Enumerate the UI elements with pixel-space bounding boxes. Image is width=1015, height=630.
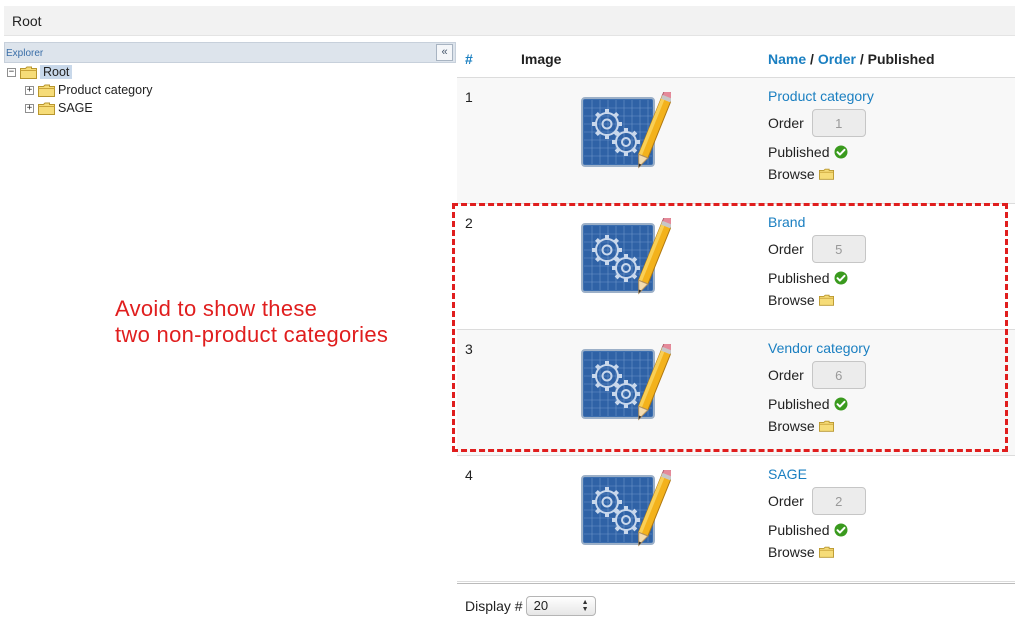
explorer-title: Explorer xyxy=(6,48,44,59)
tree-node-label[interactable]: Product category xyxy=(58,83,153,97)
row-number: 3 xyxy=(465,341,473,357)
browse-folder-icon[interactable] xyxy=(819,546,834,558)
image-column-header: Image xyxy=(521,50,562,67)
sort-by-number-link[interactable]: # xyxy=(465,51,473,67)
category-image-icon[interactable] xyxy=(581,344,671,426)
order-field[interactable]: 2 xyxy=(811,487,866,515)
published-label: Published xyxy=(768,144,830,160)
category-image-icon[interactable] xyxy=(581,218,671,300)
folder-tree: − Root + Product category + SAGE xyxy=(7,63,153,117)
row-number: 2 xyxy=(465,215,473,231)
browse-folder-icon[interactable] xyxy=(819,168,834,180)
explorer-header: Explorer « xyxy=(4,42,456,63)
published-label: Published xyxy=(768,396,830,412)
annotation-line-1: Avoid to show these xyxy=(115,296,318,321)
row-number: 1 xyxy=(465,89,473,105)
browse-label: Browse xyxy=(768,166,815,182)
browse-label: Browse xyxy=(768,544,815,560)
collapse-explorer-button[interactable]: « xyxy=(436,44,453,61)
header-separator: / xyxy=(810,50,814,67)
annotation-line-2: two non-product categories xyxy=(115,322,389,347)
tree-node-sage[interactable]: + SAGE xyxy=(7,99,153,117)
category-name-link[interactable]: SAGE xyxy=(768,467,1015,481)
table-header: # Image Name / Order / Published xyxy=(457,40,1015,78)
published-label: Published xyxy=(768,522,830,538)
expand-node-icon[interactable]: + xyxy=(25,103,34,113)
row-number: 4 xyxy=(465,467,473,483)
tree-node-label[interactable]: SAGE xyxy=(58,101,93,115)
category-image-icon[interactable] xyxy=(581,92,671,174)
category-name-link[interactable]: Vendor category xyxy=(768,341,1015,355)
annotation-note: Avoid to show these two non-product cate… xyxy=(115,296,388,348)
sort-by-name-link[interactable]: Name xyxy=(768,51,806,67)
table-row: 3 Vendor category Order 6 Published Brow… xyxy=(457,330,1015,456)
published-check-icon[interactable] xyxy=(834,397,848,411)
select-arrows-icon: ▲ ▼ xyxy=(581,598,589,613)
tree-node-label[interactable]: Root xyxy=(40,65,73,79)
double-chevron-left-icon: « xyxy=(441,46,448,58)
table-footer: Display # 20 ▲ ▼ xyxy=(457,583,1015,627)
published-check-icon[interactable] xyxy=(834,523,848,537)
browse-label: Browse xyxy=(768,292,815,308)
tree-node-root[interactable]: − Root xyxy=(7,63,153,81)
table-row: 2 Brand Order 5 Published Browse xyxy=(457,204,1015,330)
table-row: 4 SAGE Order 2 Published Browse xyxy=(457,456,1015,582)
tree-node-product-category[interactable]: + Product category xyxy=(7,81,153,99)
order-field[interactable]: 1 xyxy=(811,109,866,137)
category-table: # Image Name / Order / Published 1 Produ… xyxy=(457,40,1015,627)
display-count-value: 20 xyxy=(533,598,549,613)
table-row: 1 Product category Order 1 Published Bro… xyxy=(457,78,1015,204)
category-image-icon[interactable] xyxy=(581,470,671,552)
published-column-header: Published xyxy=(867,50,935,67)
browse-label: Browse xyxy=(768,418,815,434)
order-label: Order xyxy=(768,115,804,131)
expand-node-icon[interactable]: + xyxy=(25,85,34,95)
folder-icon xyxy=(38,84,55,97)
published-check-icon[interactable] xyxy=(834,145,848,159)
collapse-node-icon[interactable]: − xyxy=(7,67,16,77)
category-name-link[interactable]: Brand xyxy=(768,215,1015,229)
folder-icon xyxy=(38,102,55,115)
order-field[interactable]: 6 xyxy=(811,361,866,389)
browse-folder-icon[interactable] xyxy=(819,294,834,306)
header-separator: / xyxy=(859,50,864,67)
order-label: Order xyxy=(768,241,804,257)
order-field[interactable]: 5 xyxy=(811,235,866,263)
category-name-link[interactable]: Product category xyxy=(768,89,1015,103)
location-title: Root xyxy=(12,12,42,29)
published-check-icon[interactable] xyxy=(834,271,848,285)
browse-folder-icon[interactable] xyxy=(819,420,834,432)
order-label: Order xyxy=(768,493,804,509)
folder-icon xyxy=(20,66,37,79)
published-label: Published xyxy=(768,270,830,286)
location-bar: Root xyxy=(4,6,1015,36)
display-count-select[interactable]: 20 ▲ ▼ xyxy=(525,595,596,616)
order-label: Order xyxy=(768,367,804,383)
sort-by-order-link[interactable]: Order xyxy=(818,51,856,67)
display-count-label: Display # xyxy=(465,597,523,614)
